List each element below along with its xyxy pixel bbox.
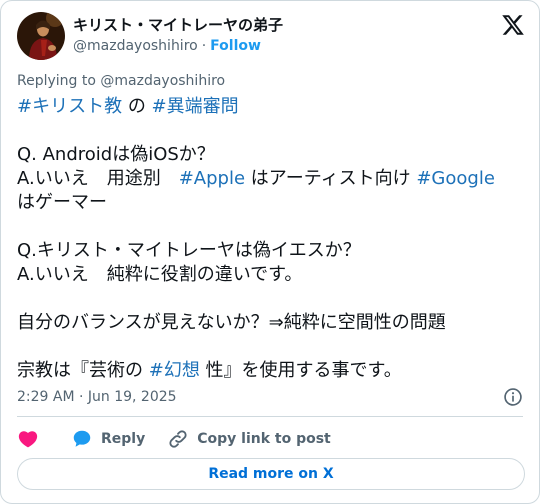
avatar-painting [17,12,65,60]
copy-link-button[interactable]: Copy link to post [167,428,331,450]
x-logo-icon[interactable] [501,13,525,37]
display-name[interactable]: キリスト・マイトレーヤの弟子 [73,15,283,35]
copy-link-label: Copy link to post [197,431,331,447]
separator-dot: · [201,38,207,54]
tweet-card: キリスト・マイトレーヤの弟子 @mazdayoshihiro · Follow Re… [0,0,540,504]
tweet-text: #キリスト教 の #異端審問 Q. Androidは偽iOSか？ A.いいえ 用… [17,95,527,383]
tweet-line: Q. Androidは偽iOSか？ [17,144,215,165]
replying-to: Replying to @mazdayoshihiro [17,73,226,89]
tweet-line: #キリスト教 の #異端審問 [17,95,527,119]
link-icon [169,430,187,448]
timestamp[interactable]: 2:29 AM · Jun 19, 2025 [17,387,177,407]
tweet-line: A.いいえ 純粋に役割の違いです。 [17,264,303,285]
tweet-text-fragment: 宗教は『芸術の [17,360,149,381]
handle[interactable]: @mazdayoshihiro [73,38,198,54]
follow-button[interactable]: Follow [210,38,261,54]
hashtag-link[interactable]: #幻想 [149,360,200,381]
reply-label: Reply [101,431,146,447]
reply-button[interactable]: Reply [71,428,145,450]
heart-icon [18,431,38,448]
tweet-text-fragment: はアーティスト向け [245,168,417,189]
hashtag-link[interactable]: #Google [416,168,495,189]
tweet-line: Q.キリスト・マイトレーヤは偽イエスか？ [17,240,361,261]
handle-row: @mazdayoshihiro · Follow [73,36,261,56]
info-icon[interactable] [503,387,523,407]
avatar[interactable] [17,12,65,60]
tweet-line: はゲーマー [17,192,107,213]
tweet-line: 自分のバランスが見えないか？⇒純粋に空間性の問題 [17,312,446,333]
read-more-button[interactable]: Read more on X [17,458,525,490]
divider [17,416,523,417]
speech-bubble-icon [73,430,91,447]
hashtag-link[interactable]: #キリスト教 [17,96,122,117]
action-bar: Reply Copy link to post [17,427,331,451]
tweet-text-fragment: 性』を使用する事です。 [199,360,402,381]
tweet-text-fragment: A.いいえ 用途別 [17,168,179,189]
tweet-line: A.いいえ 用途別 #Apple はアーティスト向け #Google [17,167,527,191]
tweet-text-fragment: の [122,96,152,117]
tweet-line: 宗教は『芸術の #幻想 性』を使用する事です。 [17,359,527,383]
hashtag-link[interactable]: #Apple [179,168,245,189]
hashtag-link[interactable]: #異端審問 [152,96,239,117]
like-button[interactable] [17,428,39,450]
